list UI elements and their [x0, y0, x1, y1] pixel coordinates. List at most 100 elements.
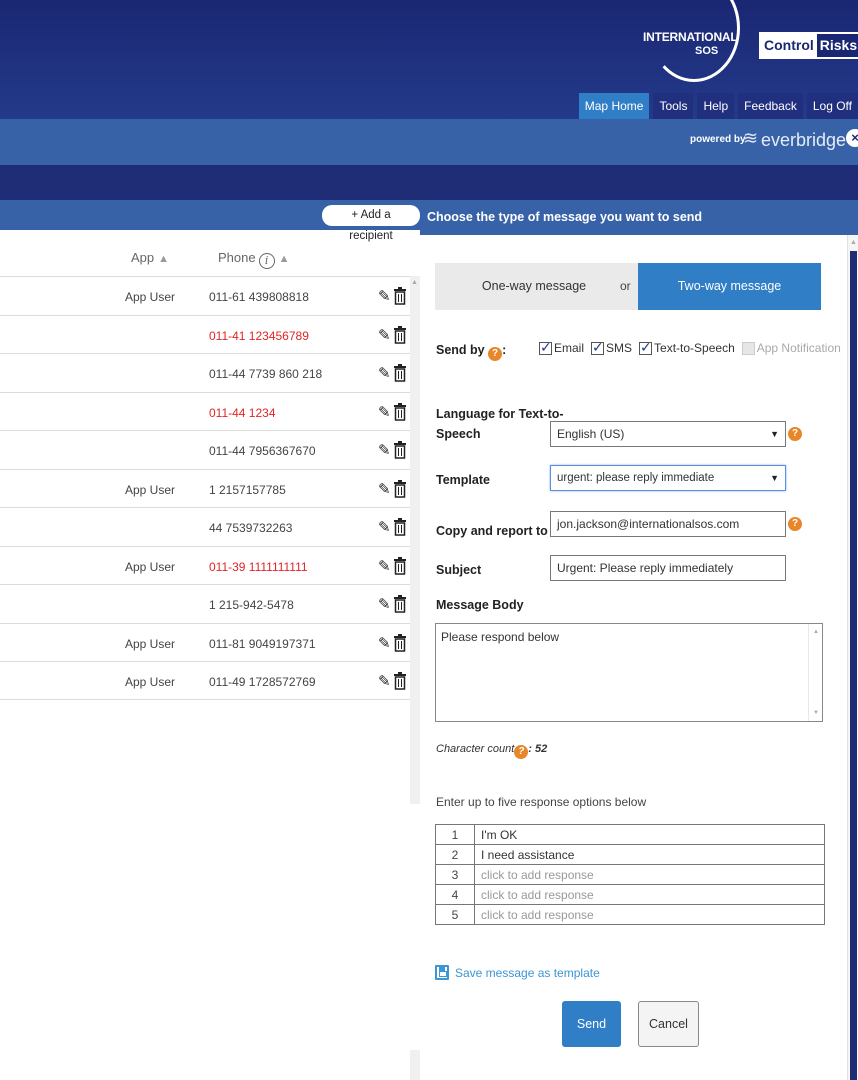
trash-icon[interactable] — [394, 556, 406, 575]
response-number: 1 — [435, 824, 475, 845]
message-body-label: Message Body — [436, 598, 524, 612]
save-icon — [435, 965, 449, 980]
response-option-row[interactable]: 4 click to add response — [435, 884, 825, 905]
edit-pencil-icon[interactable]: ✎ — [378, 364, 391, 382]
trash-icon[interactable] — [394, 402, 406, 421]
control-risks-logo: Control Risks — [759, 32, 858, 59]
subject-input[interactable]: Urgent: Please reply immediately — [550, 555, 786, 581]
table-row[interactable]: 011-44 7956367670 ✎ — [0, 430, 410, 469]
add-recipient-button[interactable]: + Add a recipient — [322, 205, 420, 242]
nav-log-off[interactable]: Log Off — [806, 93, 858, 119]
recipient-list-scrollbar-lower[interactable] — [410, 1050, 420, 1080]
close-icon[interactable]: × — [846, 129, 858, 147]
phone-cell: 011-41 123456789 — [209, 328, 309, 343]
table-row[interactable]: 44 7539732263 ✎ — [0, 507, 410, 546]
response-number: 5 — [435, 904, 475, 925]
edit-pencil-icon[interactable]: ✎ — [378, 287, 391, 305]
help-icon[interactable]: ? — [788, 517, 802, 531]
phone-cell: 1 2157157785 — [209, 482, 286, 497]
trash-icon[interactable] — [394, 672, 406, 690]
character-count: Character count?: 52 — [436, 743, 548, 759]
table-row[interactable]: App User 011-39 1111111111 ✎ — [0, 545, 410, 585]
copy-report-label: Copy and report to — [436, 524, 548, 538]
response-option-input[interactable]: click to add response — [474, 864, 825, 885]
table-row[interactable]: 011-44 7739 860 218 ✎ — [0, 353, 410, 392]
edit-pencil-icon[interactable]: ✎ — [378, 518, 391, 536]
response-option-input[interactable]: I need assistance — [474, 844, 825, 865]
recipients-panel: + Add a recipient App ▲ Phone i ▲ App User 0… — [0, 200, 420, 1080]
info-icon[interactable]: i — [258, 253, 275, 269]
powered-by-text: powered by — [690, 134, 746, 145]
edit-pencil-icon[interactable]: ✎ — [378, 634, 391, 652]
app-cell: App User — [125, 675, 176, 689]
app-cell: App User — [125, 482, 176, 497]
send-button[interactable]: Send — [562, 1001, 621, 1047]
send-by-app-notification-checkbox: App Notification — [741, 341, 841, 355]
response-option-row[interactable]: 1 I'm OK — [435, 824, 825, 845]
edit-pencil-icon[interactable]: ✎ — [378, 595, 391, 613]
sort-asc-icon: ▲ — [158, 253, 170, 265]
help-icon[interactable]: ? — [514, 745, 529, 759]
logo-text-line1: INTERNATIONAL — [643, 30, 738, 44]
nav-tools[interactable]: Tools — [653, 93, 694, 119]
trash-icon[interactable] — [394, 441, 406, 459]
phone-cell: 011-81 9049197371 — [209, 636, 316, 651]
cancel-button[interactable]: Cancel — [638, 1001, 699, 1047]
table-row[interactable]: App User 011-81 9049197371 ✎ — [0, 622, 410, 662]
phone-cell: 011-39 1111111111 — [209, 559, 308, 574]
table-row[interactable]: 011-44 1234 ✎ — [0, 391, 410, 431]
language-select[interactable]: English (US) ▼ — [550, 421, 786, 447]
column-header-phone[interactable]: Phone i ▲ — [218, 250, 289, 269]
everbridge-logo: everbridge — [761, 130, 847, 150]
column-header-app[interactable]: App ▲ — [131, 250, 169, 265]
compose-title: Choose the type of message you want to s… — [427, 210, 703, 224]
one-way-message-button[interactable]: One-way message — [435, 263, 633, 310]
send-by-sms-checkbox[interactable]: SMS — [591, 339, 632, 356]
top-navigation: Map Home Tools Help Feedback Log Off — [575, 93, 858, 119]
nav-feedback[interactable]: Feedback — [738, 93, 803, 119]
copy-report-input[interactable]: jon.jackson@internationalsos.com — [550, 511, 786, 537]
response-option-input[interactable]: click to add response — [474, 884, 825, 905]
table-row[interactable]: App User 011-49 1728572769 ✎ — [0, 661, 410, 700]
edit-pencil-icon[interactable]: ✎ — [378, 557, 391, 575]
table-row[interactable]: App User 011-61 439808818 ✎ — [0, 276, 410, 315]
response-option-input[interactable]: I'm OK — [474, 824, 825, 845]
edit-pencil-icon[interactable]: ✎ — [378, 480, 391, 498]
textarea-scrollbar[interactable]: ▲ ▼ — [808, 624, 822, 721]
trash-icon[interactable] — [394, 595, 406, 613]
edit-pencil-icon[interactable]: ✎ — [378, 403, 391, 421]
two-way-message-button[interactable]: Two-way message — [638, 263, 821, 310]
nav-map-home[interactable]: Map Home — [578, 93, 650, 119]
compose-scrollbar[interactable]: ▲ — [847, 235, 858, 1080]
subject-label: Subject — [436, 563, 482, 577]
trash-icon[interactable] — [394, 479, 406, 498]
help-icon[interactable]: ? — [788, 427, 802, 441]
edit-pencil-icon[interactable]: ✎ — [378, 326, 391, 344]
trash-icon[interactable] — [394, 518, 406, 536]
send-by-text-to-speech-checkbox[interactable]: Text-to-Speech — [639, 339, 735, 356]
trash-icon[interactable] — [394, 325, 406, 344]
edit-pencil-icon[interactable]: ✎ — [378, 441, 391, 459]
or-label: or — [620, 279, 631, 293]
recipients-header: + Add a recipient — [0, 200, 420, 242]
help-icon[interactable]: ? — [488, 347, 503, 361]
message-body-textarea[interactable]: Please respond below ▲ ▼ — [435, 623, 823, 722]
nav-help[interactable]: Help — [697, 93, 735, 119]
save-as-template-link[interactable]: Save message as template — [435, 965, 600, 980]
response-option-row[interactable]: 3 click to add response — [435, 864, 825, 885]
table-row[interactable]: 011-41 123456789 ✎ — [0, 314, 410, 354]
template-select[interactable]: urgent: please reply immediate ▼ — [550, 465, 786, 491]
phone-cell: 011-49 1728572769 — [209, 675, 316, 689]
trash-icon[interactable] — [394, 364, 406, 382]
send-by-email-checkbox[interactable]: Email — [539, 339, 584, 356]
response-option-row[interactable]: 2I need assistance — [435, 844, 825, 865]
response-option-row[interactable]: 5 click to add response — [435, 904, 825, 925]
response-number: 2 — [435, 844, 475, 865]
edit-pencil-icon[interactable]: ✎ — [378, 672, 391, 690]
table-row[interactable]: 1 215-942-5478 ✎ — [0, 584, 410, 623]
trash-icon[interactable] — [394, 287, 406, 305]
recipient-list-scrollbar[interactable]: ▲ — [410, 276, 420, 804]
table-row[interactable]: App User 1 2157157785 ✎ — [0, 468, 410, 508]
trash-icon[interactable] — [394, 633, 406, 652]
response-option-input[interactable]: click to add response — [474, 904, 825, 925]
